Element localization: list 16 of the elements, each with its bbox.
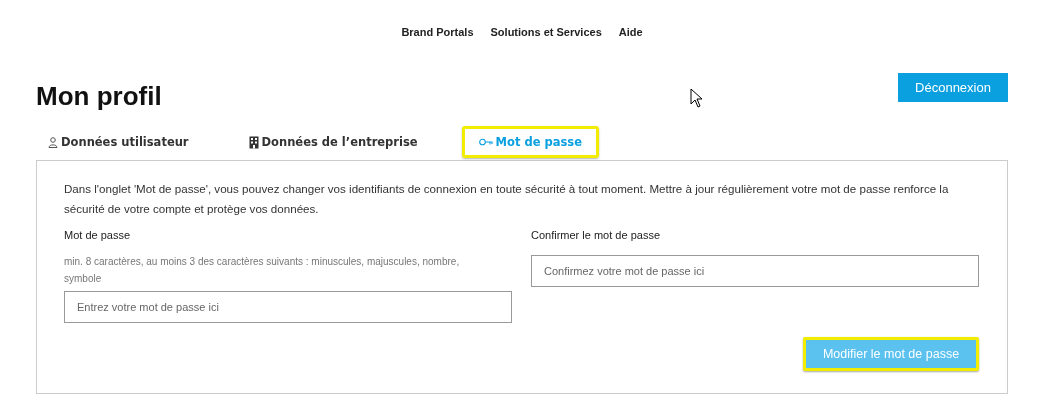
field-label: Confirmer le mot de passe xyxy=(531,228,661,243)
password-field[interactable]: Entrez votre mot de passe ici xyxy=(64,291,512,323)
user-icon xyxy=(48,136,58,148)
building-icon xyxy=(248,135,259,149)
hint-text: min. 8 caractères, au moins 3 des caractères suivants : minuscules, majuscules, nombre, symbole xyxy=(64,255,461,286)
page-title: Mon profil xyxy=(36,81,162,111)
field-label: Mot de passe xyxy=(64,228,132,243)
nav-link[interactable]: Brand Portals xyxy=(401,25,474,45)
cursor-icon xyxy=(690,88,704,108)
tab[interactable]: Données de l’entreprise xyxy=(238,126,428,158)
confirm-password-field[interactable]: Confirmez votre mot de passe ici xyxy=(531,255,979,287)
tab[interactable]: Données utilisateur xyxy=(36,126,199,158)
key-icon xyxy=(478,138,493,146)
nav-link[interactable]: Solutions et Services xyxy=(490,25,602,45)
nav-link[interactable]: Aide xyxy=(618,25,643,45)
intro-text: Dans l'onglet 'Mot de passe', vous pouvez changer vos identifiants de connexion en toute sécurité à tout moment. Mettre à jour régulièrement votre mot de passe renforce la sécurité de votre compte et protège vos données. xyxy=(64,181,950,217)
